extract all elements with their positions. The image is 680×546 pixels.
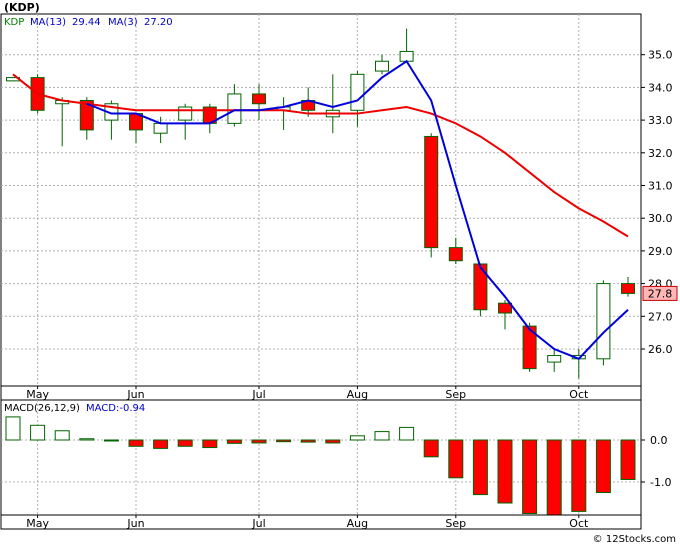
price-y-ticks: 26.027.028.029.030.031.032.033.034.035.0 [641,49,673,356]
macd-x-tick-label: Jun [126,517,144,530]
stock-chart: 26.027.028.029.030.031.032.033.034.035.0… [0,1,678,545]
macd-bar-negative [522,439,538,514]
macd-x-tick-label: May [26,517,49,530]
macd-legend-value: MACD:-0.94 [86,403,145,414]
price-y-tick-label: 29.0 [648,245,673,258]
macd-bar-negative [423,439,439,458]
macd-bar-positive [30,424,46,441]
candle-up [596,280,611,366]
macd-bar-negative [202,439,218,449]
candle-body [350,73,365,111]
candle-body [473,263,488,311]
macd-bar-positive [79,438,95,441]
last-price-marker: 27.8 [642,285,678,301]
candle-body [227,93,242,124]
price-x-tick-label: May [26,388,49,401]
candle-body [252,93,266,105]
price-y-tick-label: 30.0 [648,212,673,225]
legend-ma13: MA(13) [30,17,66,28]
price-date-axis [0,385,642,401]
macd-bar-negative [497,439,513,504]
macd-bar-negative [571,439,587,512]
price-y-tick-label: 31.0 [648,180,673,193]
price-x-tick-label: Aug [347,388,368,401]
macd-x-tick-label: Sep [445,517,466,530]
macd-bar-positive [5,416,21,441]
legend-ma13-value: 29.44 [72,17,101,28]
price-panel: 26.027.028.029.030.031.032.033.034.035.0… [0,1,678,387]
candle-body [596,283,611,360]
macd-bar-negative [300,439,316,443]
macd-legend-label: MACD(26,12,9) [4,403,80,414]
macd-y-tick-label: 0.0 [650,434,668,447]
macd-x-tick-label: Jul [251,517,265,530]
price-x-tick-label: Oct [569,388,589,401]
candle-body [424,135,439,249]
macd-bar-negative [546,439,562,517]
macd-bar-positive [374,431,390,441]
candle-body [621,283,635,294]
price-y-tick-label: 35.0 [648,49,673,62]
macd-y-ticks: 0.0 -1.0 [641,434,671,489]
macd-bar-negative [595,439,611,493]
macd-panel-frame [0,399,642,516]
candle-body [448,247,463,262]
macd-bar-negative [251,439,267,444]
candle-body [375,60,389,72]
macd-bar-negative [448,439,464,479]
price-y-tick-label: 33.0 [648,114,673,127]
price-panel-frame [0,13,642,387]
candle-body [498,302,512,314]
macd-y-tick-label: -1.0 [650,476,671,489]
macd-bar-negative [620,439,636,480]
macd-bar-negative [226,439,242,444]
macd-bar-positive [103,439,119,442]
ticker-title: (KDP) [4,1,40,14]
macd-bar-negative [128,439,144,447]
candle-body [399,50,414,62]
candle-body [178,106,193,121]
macd-date-axis [0,514,642,530]
price-x-tick-label: Jul [251,388,265,401]
macd-bar-positive [399,426,415,441]
candle-body [547,355,562,363]
legend-ma3-value: 27.20 [144,17,173,28]
macd-bar-negative [177,439,193,447]
candle-body [153,122,168,134]
legend-ticker: KDP [4,17,24,28]
price-y-tick-label: 27.0 [648,310,673,323]
macd-bar-negative [276,439,292,443]
price-y-tick-label: 34.0 [648,81,673,94]
macd-bar-negative [325,439,341,444]
credit-text: © 12Stocks.com [593,534,676,545]
macd-bar-positive [54,430,70,441]
macd-legend: MACD(26,12,9) MACD:-0.94 [4,403,145,414]
macd-x-tick-label: Oct [569,517,589,530]
macd-bar-negative [472,439,488,496]
candle-down [424,133,439,258]
price-x-tick-label: Jun [126,388,144,401]
price-x-tick-label: Sep [445,388,466,401]
macd-x-tick-label: Aug [347,517,368,530]
macd-panel: 0.0 -1.0 MACD(26,12,9) MACD:-0.94 [0,399,671,517]
last-price-label: 27.8 [648,287,673,300]
legend-ma3: MA(3) [108,17,138,28]
macd-bar-negative [153,439,169,449]
price-y-tick-label: 26.0 [648,343,673,356]
price-y-tick-label: 32.0 [648,147,673,160]
macd-bar-positive [349,435,365,441]
